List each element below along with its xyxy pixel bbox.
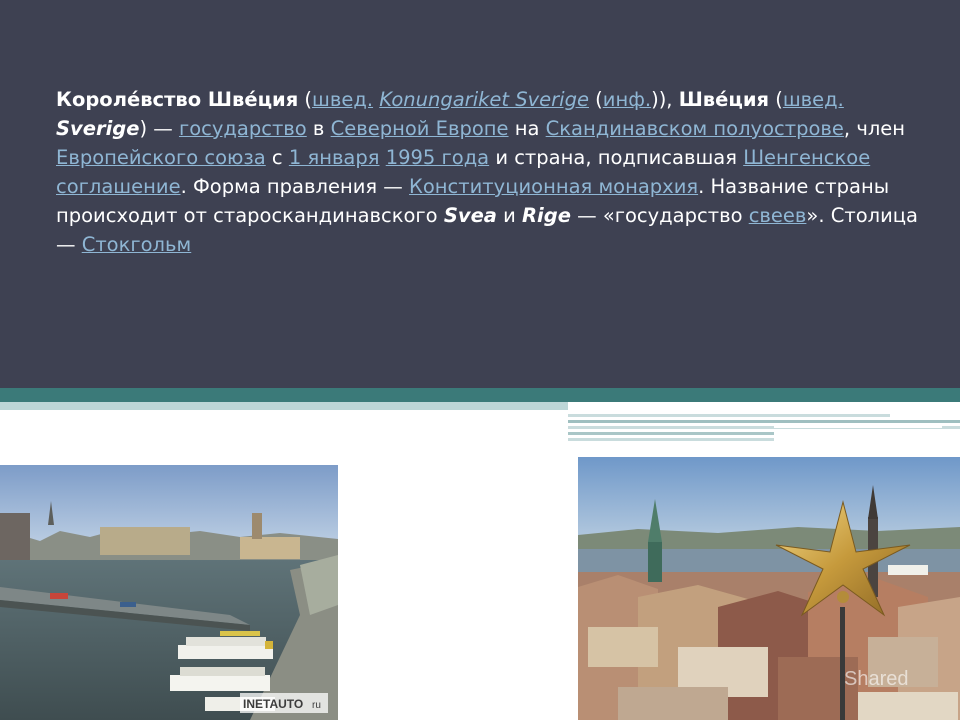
sweden-bold: Шве́ция <box>678 88 770 111</box>
watermark-inetauto: INETAUTO <box>243 697 303 711</box>
decorative-band-teal <box>0 388 960 402</box>
text-span: , член <box>843 117 906 140</box>
text-span: и страна, подписавшая <box>489 146 744 169</box>
link-severnaya-evropa[interactable]: Северной Европе <box>331 117 509 140</box>
link-inf[interactable]: инф. <box>603 88 651 111</box>
link-monarchy[interactable]: Конституционная монархия <box>409 175 698 198</box>
text-span: ( <box>298 88 313 111</box>
link-shved-2[interactable]: швед. <box>783 88 844 111</box>
text-span: — «государство <box>570 204 749 227</box>
title-text: Короле́вство Шве́ция <box>56 88 299 111</box>
text-span: и <box>496 204 523 227</box>
link-gosudarstvo[interactable]: государство <box>179 117 307 140</box>
decorative-stripes <box>568 402 960 442</box>
decorative-band-light <box>0 402 568 410</box>
slide-text-panel: Короле́вство Шве́ция (швед. Konungariket… <box>0 0 960 388</box>
sverige-italic: Sverige <box>56 117 140 140</box>
text-span: . Форма правления — <box>180 175 410 198</box>
text-span: )), <box>651 88 679 111</box>
description-paragraph: Короле́вство Шве́ция (швед. Konungariket… <box>56 85 926 259</box>
rige-italic: Rige <box>522 204 571 227</box>
stockholm-rooftops-photo: Shared <box>578 457 960 720</box>
link-stockholm[interactable]: Стокгольм <box>82 233 192 256</box>
link-evrosoyuz[interactable]: Европейского союза <box>56 146 266 169</box>
watermark-inetauto-suffix: ru <box>312 700 321 711</box>
link-konungariket[interactable]: Konungariket Sverige <box>379 88 589 111</box>
link-shved-1[interactable]: швед. <box>312 88 373 111</box>
text-span: ( <box>588 88 603 111</box>
text-span: с <box>265 146 289 169</box>
text-span: в <box>306 117 331 140</box>
svea-italic: Svea <box>443 204 497 227</box>
link-1995[interactable]: 1995 года <box>386 146 489 169</box>
link-sveev[interactable]: свеев <box>749 204 807 227</box>
stockholm-harbor-photo: INETAUTO ru <box>0 465 338 720</box>
link-1-january[interactable]: 1 января <box>289 146 380 169</box>
watermark-shared: Shared <box>844 668 909 690</box>
text-span: на <box>508 117 546 140</box>
text-span: ( <box>769 88 783 111</box>
text-span: ) — <box>139 117 179 140</box>
link-skandinavsky[interactable]: Скандинавском полуострове <box>546 117 844 140</box>
